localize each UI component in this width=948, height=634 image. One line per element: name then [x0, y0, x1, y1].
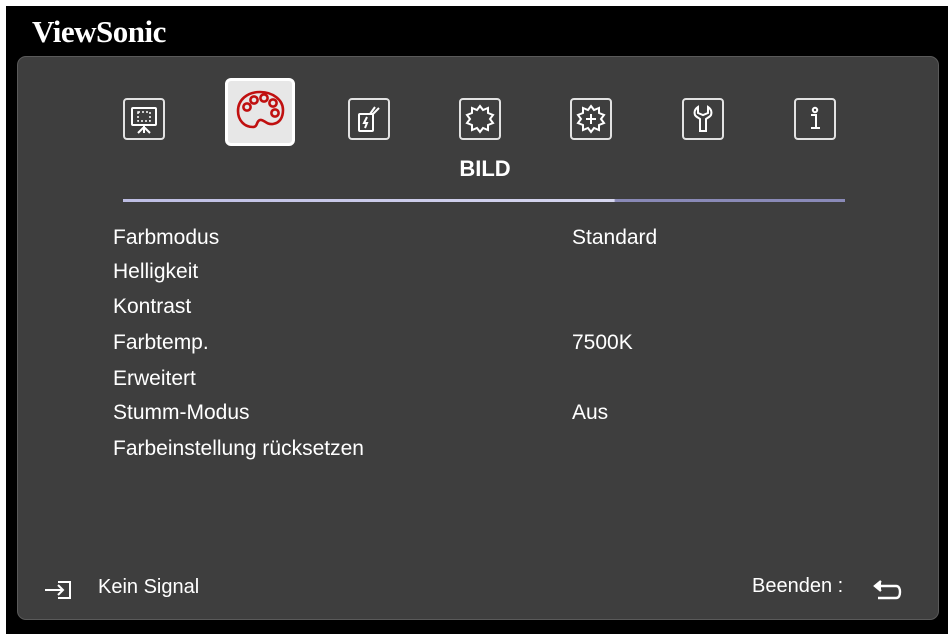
tab-basic[interactable]: [459, 98, 501, 140]
menu-value-farbtemp: 7500K: [572, 331, 633, 354]
tab-picture[interactable]: [225, 78, 295, 146]
menu-item-farbtemp[interactable]: Farbtemp.: [113, 331, 209, 355]
input-source-icon: [45, 581, 71, 599]
display-icon: [131, 107, 157, 134]
basic-settings-icon: [465, 104, 495, 134]
menu-item-helligkeit[interactable]: Helligkeit: [113, 260, 198, 284]
tab-tools[interactable]: [682, 98, 724, 140]
wrench-icon: [693, 105, 713, 132]
advanced-settings-icon: [576, 104, 606, 134]
tab-info[interactable]: [794, 98, 836, 140]
tab-advanced[interactable]: [570, 98, 612, 140]
menu-item-stumm-modus[interactable]: Stumm-Modus: [113, 401, 250, 425]
return-arrow-icon[interactable]: [872, 580, 902, 602]
info-icon: [811, 106, 820, 129]
signal-status: Kein Signal: [98, 576, 200, 598]
power-icon: [358, 106, 380, 132]
menu-item-kontrast[interactable]: Kontrast: [113, 295, 191, 319]
active-tab-label: BILD: [459, 156, 511, 181]
menu-item-farbmodus[interactable]: Farbmodus: [113, 226, 219, 250]
menu-divider: [123, 199, 845, 202]
tab-power[interactable]: [348, 98, 390, 140]
brand-logo: ViewSonic: [32, 14, 166, 49]
tab-display[interactable]: [123, 98, 165, 140]
palette-icon: [236, 90, 285, 129]
menu-item-farbeinstellung-ruecksetzen[interactable]: Farbeinstellung rücksetzen: [113, 437, 364, 461]
menu-value-stumm-modus: Aus: [572, 401, 609, 424]
menu-item-erweitert[interactable]: Erweitert: [113, 367, 196, 391]
exit-hint: Beenden :: [752, 575, 844, 597]
menu-value-farbmodus: Standard: [572, 226, 658, 249]
